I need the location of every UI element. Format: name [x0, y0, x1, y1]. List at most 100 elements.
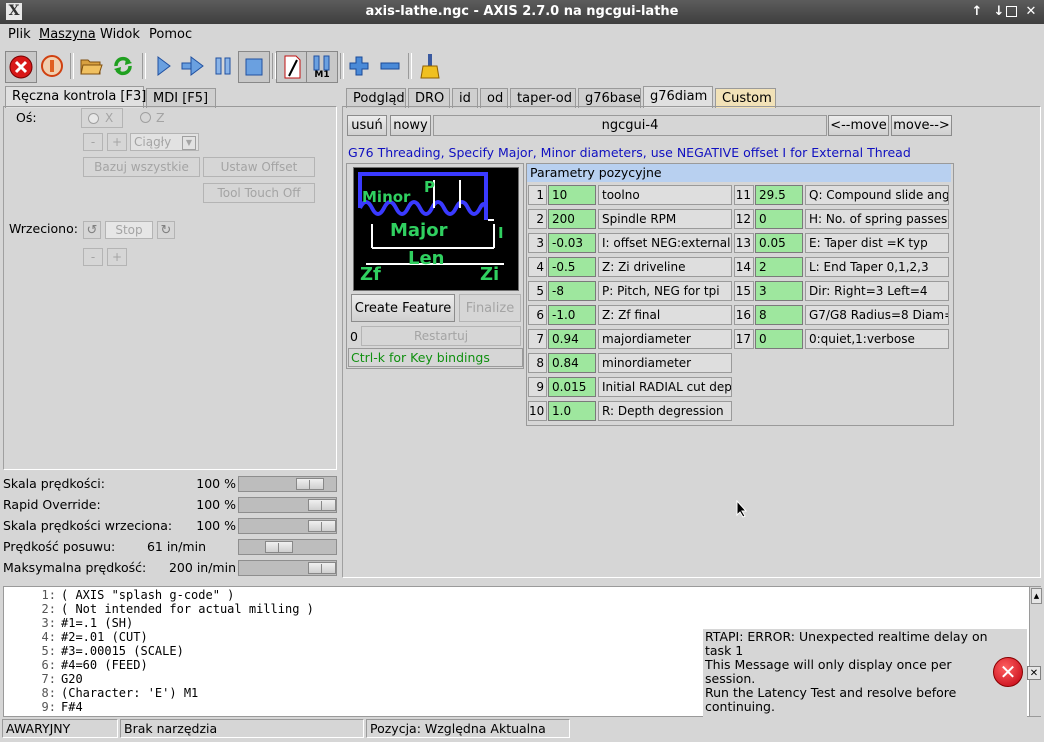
slider-thumb[interactable] [296, 478, 324, 490]
diagram-zi-label: Zi [480, 264, 500, 285]
slider-thumb[interactable] [308, 520, 336, 532]
zoom-in-button[interactable] [344, 51, 374, 81]
param-number: 14 [734, 257, 754, 277]
clear-backplot-button[interactable] [415, 51, 445, 81]
move-left-button[interactable]: <--move [828, 115, 889, 136]
scroll-up-arrow-icon[interactable]: ▲ [1031, 588, 1042, 604]
param-value-input[interactable]: 0.84 [548, 353, 596, 373]
param-value-input[interactable]: 3 [755, 281, 803, 301]
spindle-forward-button[interactable]: ↻ [157, 221, 175, 239]
error-close-button[interactable]: ✕ [1027, 666, 1041, 680]
rapid-override-slider[interactable] [238, 497, 337, 513]
diagram-minor-label: Minor [362, 188, 411, 206]
slider-thumb[interactable] [308, 499, 336, 511]
param-label: toolno [598, 185, 732, 205]
remove-button[interactable]: usuń [347, 115, 387, 136]
home-all-button[interactable]: Bazuj wszystkie [83, 157, 200, 177]
slider-thumb[interactable] [308, 562, 336, 574]
close-window-button[interactable]: ✕ [1022, 3, 1040, 21]
spindle-stop-button[interactable]: Stop [105, 221, 153, 239]
spindle-slower-button[interactable]: - [83, 248, 103, 266]
param-value-input[interactable]: 29.5 [755, 185, 803, 205]
machine-power-icon [41, 55, 63, 77]
param-value-input[interactable]: 0.015 [548, 377, 596, 397]
spindle-reverse-button[interactable]: ↺ [83, 221, 101, 239]
param-value-input[interactable]: 0 [755, 329, 803, 349]
tab-taper-od[interactable]: taper-od [510, 88, 576, 108]
axis-z-radio[interactable]: Z [140, 110, 165, 125]
restart-button[interactable]: Restartuj [361, 326, 521, 346]
line-number: 4: [41, 630, 56, 644]
run-button[interactable] [148, 51, 178, 81]
rotate-cw-icon: ↻ [160, 222, 172, 238]
axis-x-radio[interactable]: X [81, 108, 123, 128]
param-value-input[interactable]: 200 [548, 209, 596, 229]
param-label: Q: Compound slide angle [805, 185, 949, 205]
stop-button[interactable] [238, 51, 270, 83]
spindle-override-slider[interactable] [238, 518, 337, 534]
title-bar[interactable]: X axis-lathe.ngc - AXIS 2.7.0 na ngcgui-… [0, 0, 1044, 24]
tab-id[interactable]: id [452, 88, 478, 108]
menu-help[interactable]: Pomoc [149, 27, 192, 42]
param-value-input[interactable]: -0.03 [548, 233, 596, 253]
diagram-major-label: Major [390, 220, 448, 241]
param-value-input[interactable]: 10 [548, 185, 596, 205]
param-value-input[interactable]: -0.5 [548, 257, 596, 277]
reload-button[interactable] [108, 51, 138, 81]
keep-above-button[interactable]: ↑ [968, 3, 986, 21]
tab-dro[interactable]: DRO [408, 88, 450, 108]
param-value-input[interactable]: 8 [755, 305, 803, 325]
gcode-scrollbar[interactable]: ▲ [1029, 587, 1042, 716]
jog-minus-button[interactable]: - [83, 133, 103, 151]
param-value-input[interactable]: 0.94 [548, 329, 596, 349]
jog-plus-button[interactable]: + [107, 133, 127, 151]
param-number: 16 [734, 305, 754, 325]
param-value-input[interactable]: 1.0 [548, 401, 596, 421]
param-value-input[interactable]: 2 [755, 257, 803, 277]
param-value-input[interactable]: 0 [755, 209, 803, 229]
jog-speed-slider[interactable] [238, 539, 337, 555]
zoom-out-button[interactable] [375, 51, 405, 81]
create-feature-button[interactable]: Create Feature [351, 294, 455, 322]
tab-manual-control[interactable]: Ręczna kontrola [F3] [5, 86, 146, 108]
tab-custom[interactable]: Custom [715, 88, 776, 108]
pause-button[interactable] [208, 51, 238, 81]
param-value-input[interactable]: 0.05 [755, 233, 803, 253]
machine-power-button[interactable] [37, 51, 67, 81]
param-value-input[interactable]: -1.0 [548, 305, 596, 325]
estop-button[interactable] [5, 51, 37, 83]
block-delete-button[interactable] [276, 51, 308, 83]
params-header: Parametry pozycyjne [527, 164, 951, 182]
block-delete-icon [284, 55, 301, 79]
max-velocity-slider[interactable] [238, 560, 337, 576]
status-tool: Brak narzędzia [120, 719, 364, 738]
slider-thumb[interactable] [265, 541, 293, 553]
tool-touch-off-button[interactable]: Tool Touch Off [203, 183, 315, 203]
rapid-override-value: 100 % [196, 497, 236, 512]
tab-g76base[interactable]: g76base [578, 88, 641, 108]
optional-stop-button[interactable]: M1 [306, 51, 338, 83]
tab-g76diam[interactable]: g76diam [643, 86, 713, 108]
feed-override-slider[interactable] [238, 476, 337, 492]
menu-machine[interactable]: Maszyna [39, 27, 96, 42]
menu-file[interactable]: Plik [8, 27, 31, 42]
finalize-button[interactable]: Finalize [459, 294, 521, 322]
tab-mdi[interactable]: MDI [F5] [146, 88, 216, 108]
param-label: E: Taper dist =K typ [805, 233, 949, 253]
step-button[interactable] [178, 51, 208, 81]
tab-od[interactable]: od [480, 88, 508, 108]
zoom-in-icon [349, 56, 369, 76]
menu-view[interactable]: Widok [100, 27, 140, 42]
param-number: 17 [734, 329, 754, 349]
move-right-button[interactable]: move--> [891, 115, 952, 136]
set-offset-button[interactable]: Ustaw Offset [203, 157, 315, 177]
new-button[interactable]: nowy [390, 115, 431, 136]
param-value-input[interactable]: -8 [548, 281, 596, 301]
open-file-button[interactable] [76, 51, 106, 81]
line-number: 8: [41, 686, 56, 700]
spindle-faster-button[interactable]: + [107, 248, 127, 266]
tab-preview[interactable]: Podgląd [346, 88, 406, 108]
maximize-button[interactable] [1002, 3, 1020, 21]
spindle-override-label: Skala prędkości wrzeciona: [3, 518, 173, 533]
jog-mode-select[interactable]: Ciągły ▼ [130, 133, 199, 151]
